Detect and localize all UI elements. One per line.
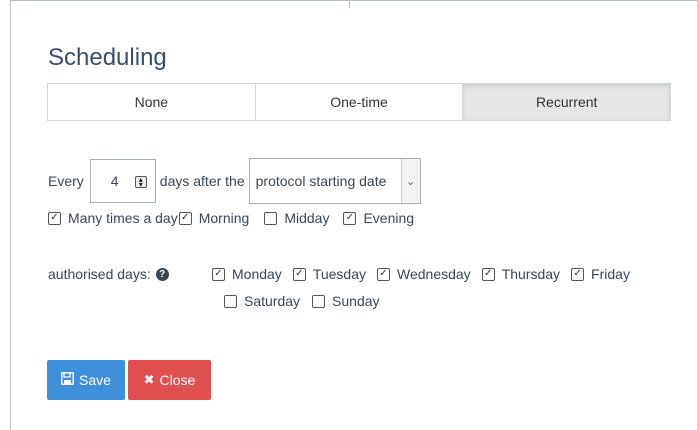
chevron-down-icon[interactable]: ⌄ bbox=[400, 159, 420, 203]
checkbox-checked-icon[interactable]: ✓ bbox=[178, 211, 192, 225]
authorised-days-row-2: Saturday Sunday bbox=[224, 293, 380, 309]
midday-label: Midday bbox=[284, 210, 330, 226]
day-label: Friday bbox=[591, 266, 630, 282]
interval-stepper[interactable]: 4 ▴ ▾ bbox=[89, 159, 156, 203]
day-label: Wednesday bbox=[397, 266, 471, 282]
dialog-left-border bbox=[10, 0, 11, 430]
floppy-disk-icon bbox=[61, 372, 75, 388]
save-label: Save bbox=[79, 372, 111, 388]
day-label: Monday bbox=[232, 266, 282, 282]
day-monday[interactable]: ✓ Monday bbox=[212, 266, 282, 282]
close-label: Close bbox=[159, 372, 196, 388]
stepper-arrows-icon[interactable]: ▴ ▾ bbox=[134, 176, 147, 189]
day-thursday[interactable]: ✓ Thursday bbox=[481, 266, 561, 282]
reference-date-value: protocol starting date bbox=[255, 173, 387, 189]
many-times-option[interactable]: ✓ Many times a day bbox=[48, 210, 178, 226]
midday-option[interactable]: Midday bbox=[264, 210, 329, 226]
day-wednesday[interactable]: ✓ Wednesday bbox=[377, 266, 471, 282]
dialog-top-border bbox=[10, 0, 697, 1]
evening-option[interactable]: ✓ Evening bbox=[343, 210, 414, 226]
save-button[interactable]: Save bbox=[47, 360, 125, 400]
schedule-type-tabs: None One-time Recurrent bbox=[47, 83, 671, 121]
days-after-label: days after the bbox=[159, 173, 245, 189]
day-friday[interactable]: ✓ Friday bbox=[571, 266, 630, 282]
recurrence-row: Every 4 ▴ ▾ days after the protocol start… bbox=[48, 158, 421, 204]
checkbox-checked-icon[interactable]: ✓ bbox=[292, 267, 306, 281]
day-tuesday[interactable]: ✓ Tuesday bbox=[292, 266, 366, 282]
day-label: Saturday bbox=[244, 293, 301, 309]
checkbox-unchecked-icon[interactable] bbox=[264, 211, 278, 225]
dialog-divider bbox=[349, 0, 350, 8]
day-label: Thursday bbox=[501, 266, 561, 282]
checkbox-checked-icon[interactable]: ✓ bbox=[212, 267, 225, 281]
help-icon[interactable]: ? bbox=[155, 267, 169, 281]
morning-option[interactable]: ✓ Morning bbox=[178, 210, 250, 226]
authorised-days-label: authorised days: bbox=[48, 266, 151, 282]
times-of-day-row: ✓ Many times a day ✓ Morning Midday ✓ Ev… bbox=[48, 210, 414, 226]
checkbox-unchecked-icon[interactable] bbox=[312, 294, 326, 308]
evening-label: Evening bbox=[363, 210, 415, 226]
every-label: Every bbox=[48, 173, 84, 189]
checkbox-checked-icon[interactable]: ✓ bbox=[377, 267, 390, 281]
tab-none[interactable]: None bbox=[48, 84, 256, 120]
close-icon: ✖ bbox=[143, 372, 155, 387]
day-label: Sunday bbox=[332, 293, 380, 309]
day-label: Tuesday bbox=[312, 266, 366, 282]
many-times-label: Many times a day bbox=[68, 210, 178, 226]
checkbox-checked-icon[interactable]: ✓ bbox=[571, 267, 585, 281]
authorised-days-row-1: ✓ Monday ✓ Tuesday ✓ Wednesday ✓ Thursda… bbox=[212, 266, 630, 282]
reference-date-select[interactable]: protocol starting date ⌄ bbox=[248, 158, 421, 204]
day-sunday[interactable]: Sunday bbox=[312, 293, 380, 309]
day-saturday[interactable]: Saturday bbox=[224, 293, 300, 309]
morning-label: Morning bbox=[198, 210, 250, 226]
tab-recurrent[interactable]: Recurrent bbox=[463, 84, 671, 120]
authorised-days-label-wrap: authorised days: ? bbox=[48, 266, 169, 282]
checkbox-checked-icon[interactable]: ✓ bbox=[48, 211, 61, 225]
tab-one-time[interactable]: One-time bbox=[255, 84, 464, 120]
dialog-title: Scheduling bbox=[48, 44, 167, 71]
close-button[interactable]: ✖ Close bbox=[128, 360, 211, 400]
interval-value: 4 bbox=[110, 173, 119, 189]
checkbox-unchecked-icon[interactable] bbox=[224, 294, 237, 308]
checkbox-checked-icon[interactable]: ✓ bbox=[343, 211, 357, 225]
checkbox-checked-icon[interactable]: ✓ bbox=[481, 267, 495, 281]
